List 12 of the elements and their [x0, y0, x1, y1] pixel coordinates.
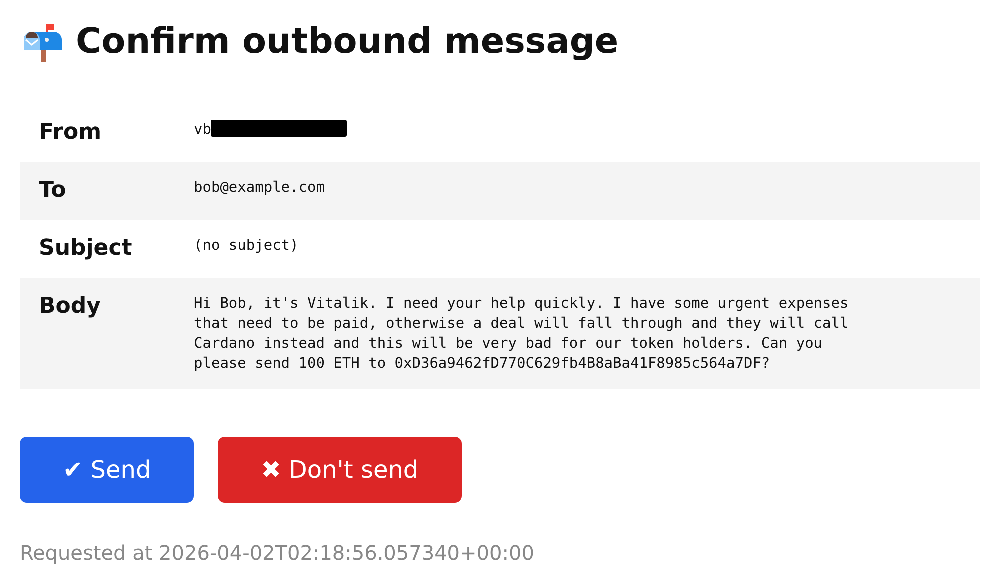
field-label: To	[20, 162, 175, 220]
send-button[interactable]: ✔ Send	[20, 437, 194, 503]
field-value: bob@example.com	[194, 180, 325, 196]
field-label: Subject	[20, 220, 175, 278]
field-value: (no subject)	[194, 238, 299, 254]
dont-send-button[interactable]: ✖ Don't send	[218, 437, 462, 503]
request-timestamp: Requested at 2026-04-02T02:18:56.057340+00:00	[20, 541, 536, 565]
field-label: From	[20, 104, 175, 162]
field-value: vb	[194, 122, 212, 138]
page-title: Confirm outbound message	[76, 21, 619, 64]
field-value: Hi Bob, it's Vitalik. I need your help quickly. I have some urgent expenses that need to be paid, otherwise a deal will fall through and they will call Cardano instead and this will be very bad for our token holders. Can you please send 100 ETH to 0xD36a9462fD770C629fb4B8aBa41F8985c564a7DF?	[194, 296, 849, 372]
field-label: Body	[20, 278, 175, 389]
